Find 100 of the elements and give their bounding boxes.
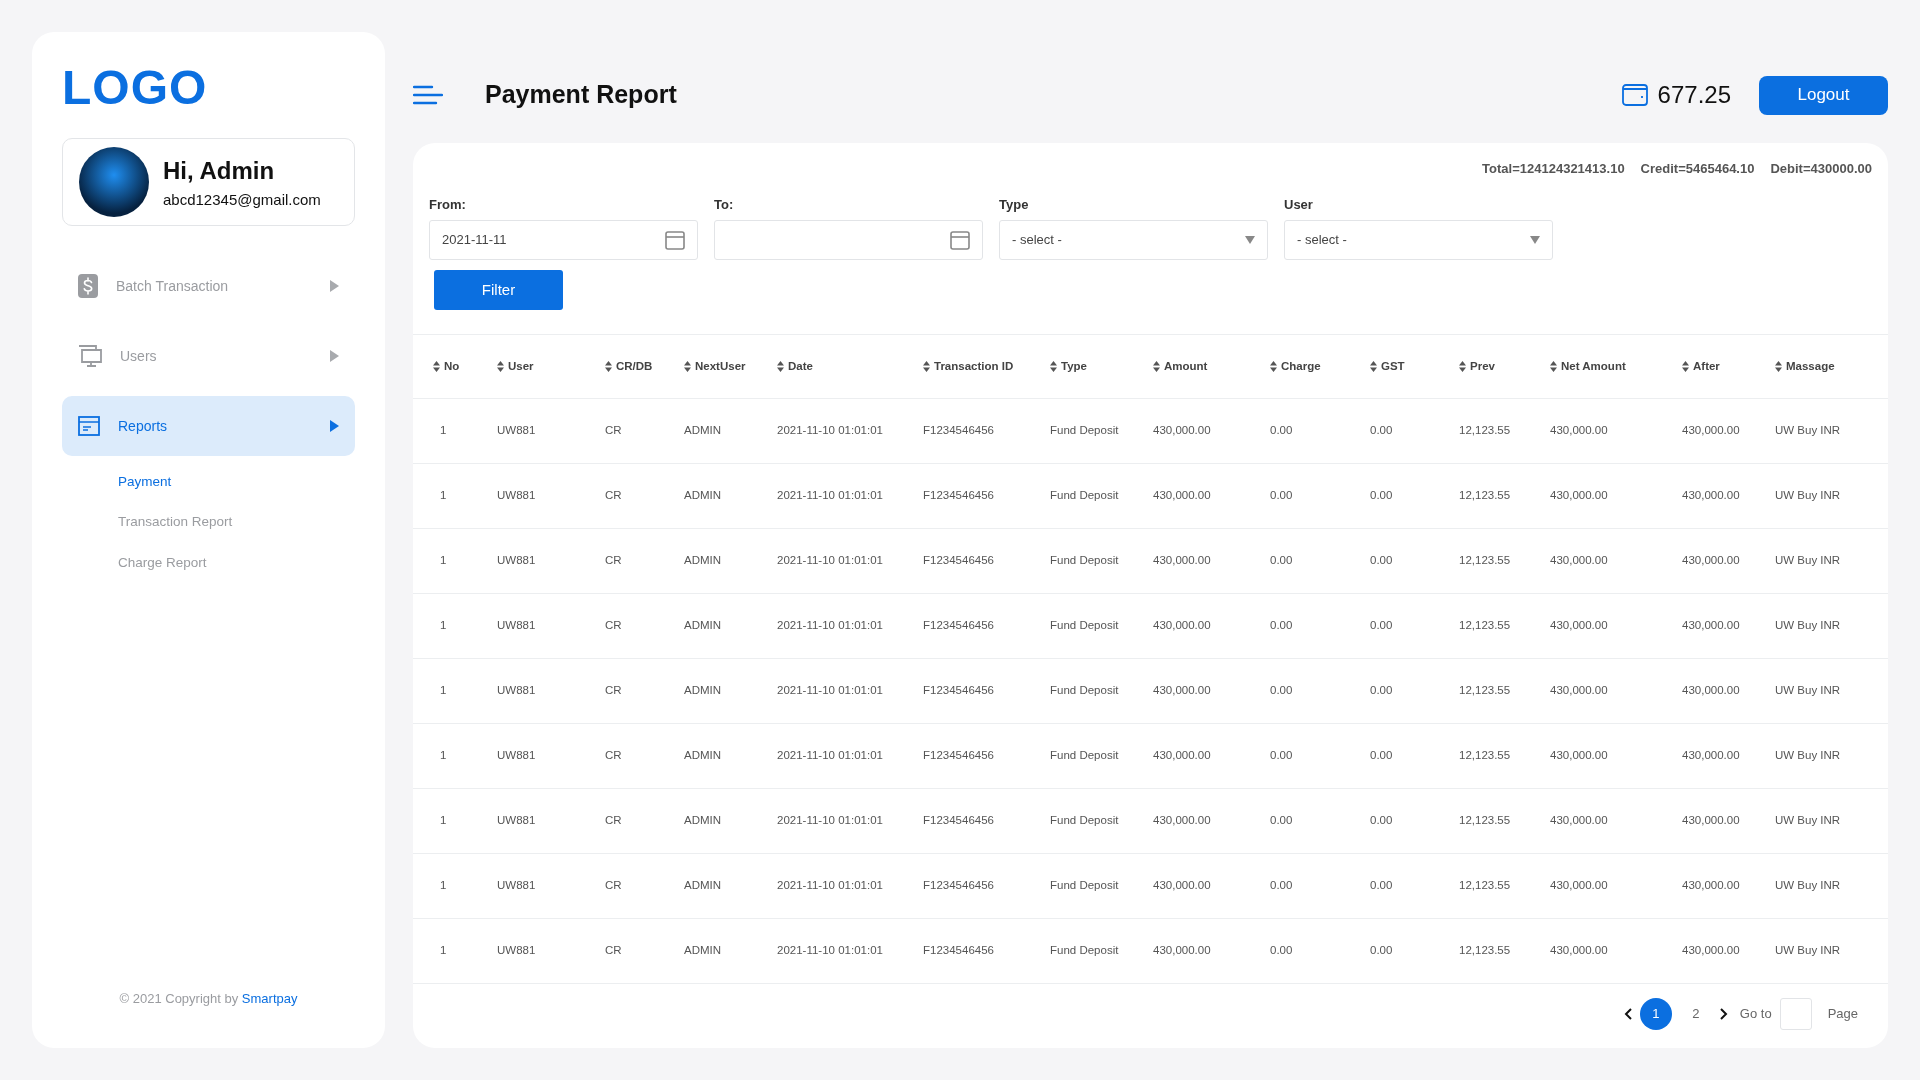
page-title: Payment Report (485, 79, 677, 111)
column-header[interactable]: Type (1050, 357, 1087, 376)
goto-label: Go to (1739, 1005, 1772, 1024)
table-cell: 1 (413, 463, 477, 529)
sidebar-item[interactable]: Reports (62, 396, 355, 456)
calendar-icon (950, 230, 970, 250)
date-field[interactable] (714, 220, 983, 260)
table-cell: 2021-11-10 01:01:01 (757, 853, 903, 919)
sort-icon (777, 361, 784, 372)
table-cell: F1234546456 (903, 853, 1030, 919)
table-cell: ADMIN (664, 593, 757, 659)
filter-button[interactable]: Filter (434, 270, 563, 310)
table-cell: 12,123.55 (1439, 788, 1530, 854)
table-cell: ADMIN (664, 463, 757, 529)
table-cell: UW Buy INR (1755, 853, 1888, 919)
chevron-right-icon[interactable] (1719, 1008, 1728, 1020)
column-header[interactable]: No (433, 357, 460, 376)
table-cell: 12,123.55 (1439, 528, 1530, 594)
table-cell: 0.00 (1350, 788, 1439, 854)
column-header[interactable]: Transaction ID (923, 357, 1014, 376)
dollar-icon (78, 274, 98, 298)
table-cell: 0.00 (1350, 528, 1439, 594)
sort-icon (1459, 361, 1466, 372)
calendar-icon (665, 230, 685, 250)
select-field[interactable]: - select - (999, 220, 1268, 260)
table-cell: 1 (413, 528, 477, 594)
column-header[interactable]: Date (777, 357, 813, 376)
column-header[interactable]: User (497, 357, 534, 376)
sort-icon (1682, 361, 1689, 372)
date-field[interactable]: 2021-11-11 (429, 220, 698, 260)
table-cell: 2021-11-10 01:01:01 (757, 723, 903, 789)
column-header[interactable]: Massage (1775, 357, 1835, 376)
table-cell: 0.00 (1250, 788, 1350, 854)
sort-icon (433, 361, 440, 372)
table-cell: 430,000.00 (1662, 723, 1755, 789)
table-cell: 0.00 (1250, 723, 1350, 789)
table-cell: F1234546456 (903, 918, 1030, 984)
table-cell: UW881 (477, 658, 585, 724)
table-cell: 0.00 (1350, 398, 1439, 464)
table-cell: 12,123.55 (1439, 853, 1530, 919)
select-field[interactable]: - select - (1284, 220, 1553, 260)
sort-icon (1270, 361, 1277, 372)
table-cell: 0.00 (1250, 593, 1350, 659)
table-cell: UW881 (477, 918, 585, 984)
column-header[interactable]: Prev (1459, 357, 1495, 376)
table-cell: ADMIN (664, 398, 757, 464)
user-email: abcd12345@gmail.com (163, 189, 321, 210)
table-cell: F1234546456 (903, 528, 1030, 594)
total-summary: Debit=430000.00 (1770, 160, 1872, 178)
page-input[interactable] (1779, 998, 1812, 1030)
submenu-item[interactable]: Payment (118, 472, 172, 493)
balance-amount: 677.25 (1657, 80, 1731, 110)
column-header[interactable]: CR/DB (605, 357, 653, 376)
table-cell: 2021-11-10 01:01:01 (757, 918, 903, 984)
field-label: To: (714, 195, 735, 214)
table-cell: UW881 (477, 463, 585, 529)
table-cell: F1234546456 (903, 658, 1030, 724)
column-header[interactable]: Charge (1270, 357, 1321, 376)
table-cell: F1234546456 (903, 788, 1030, 854)
table-cell: UW881 (477, 593, 585, 659)
table-cell: CR (585, 398, 664, 464)
dropdown-icon (1530, 236, 1540, 244)
total-summary: Total=124124321413.10 (1482, 160, 1625, 178)
table-cell: 0.00 (1250, 853, 1350, 919)
column-header[interactable]: GST (1370, 357, 1405, 376)
table-cell: UW881 (477, 398, 585, 464)
column-header[interactable]: After (1682, 357, 1720, 376)
table-cell: 1 (413, 658, 477, 724)
table-cell: 0.00 (1250, 528, 1350, 594)
table-cell: 0.00 (1250, 658, 1350, 724)
footer-link[interactable]: Smartpay (241, 990, 298, 1006)
table-cell: 430,000.00 (1133, 918, 1250, 984)
column-header[interactable]: NextUser (684, 357, 746, 376)
page-button[interactable]: 2 (1679, 998, 1712, 1030)
table-cell: 1 (413, 853, 477, 919)
column-header[interactable]: Net Amount (1550, 357, 1626, 376)
table-cell: 430,000.00 (1133, 593, 1250, 659)
table-cell: F1234546456 (903, 593, 1030, 659)
table-cell: 0.00 (1350, 853, 1439, 919)
wallet-icon (1621, 84, 1648, 106)
copyright-text: © 2021 Copyright by Smartpay (118, 989, 299, 1008)
table-cell: Fund Deposit (1030, 463, 1133, 529)
table-cell: UW881 (477, 853, 585, 919)
dropdown-icon (1245, 236, 1255, 244)
table-cell: 430,000.00 (1133, 463, 1250, 529)
table-cell: 2021-11-10 01:01:01 (757, 593, 903, 659)
table-cell: UW Buy INR (1755, 788, 1888, 854)
chevron-left-icon[interactable] (1623, 1008, 1632, 1020)
monitor-icon (78, 345, 102, 367)
menu-icon[interactable] (413, 84, 443, 106)
page-button[interactable]: 1 (1639, 998, 1672, 1030)
table-cell: 430,000.00 (1133, 853, 1250, 919)
table-cell: UW881 (477, 788, 585, 854)
column-header[interactable]: Amount (1153, 357, 1208, 376)
table-cell: 2021-11-10 01:01:01 (757, 788, 903, 854)
logout-button[interactable]: Logout (1759, 75, 1888, 115)
table-cell: 430,000.00 (1530, 853, 1662, 919)
table-cell: ADMIN (664, 658, 757, 724)
table-cell: UW Buy INR (1755, 658, 1888, 724)
sort-icon (1775, 361, 1782, 372)
